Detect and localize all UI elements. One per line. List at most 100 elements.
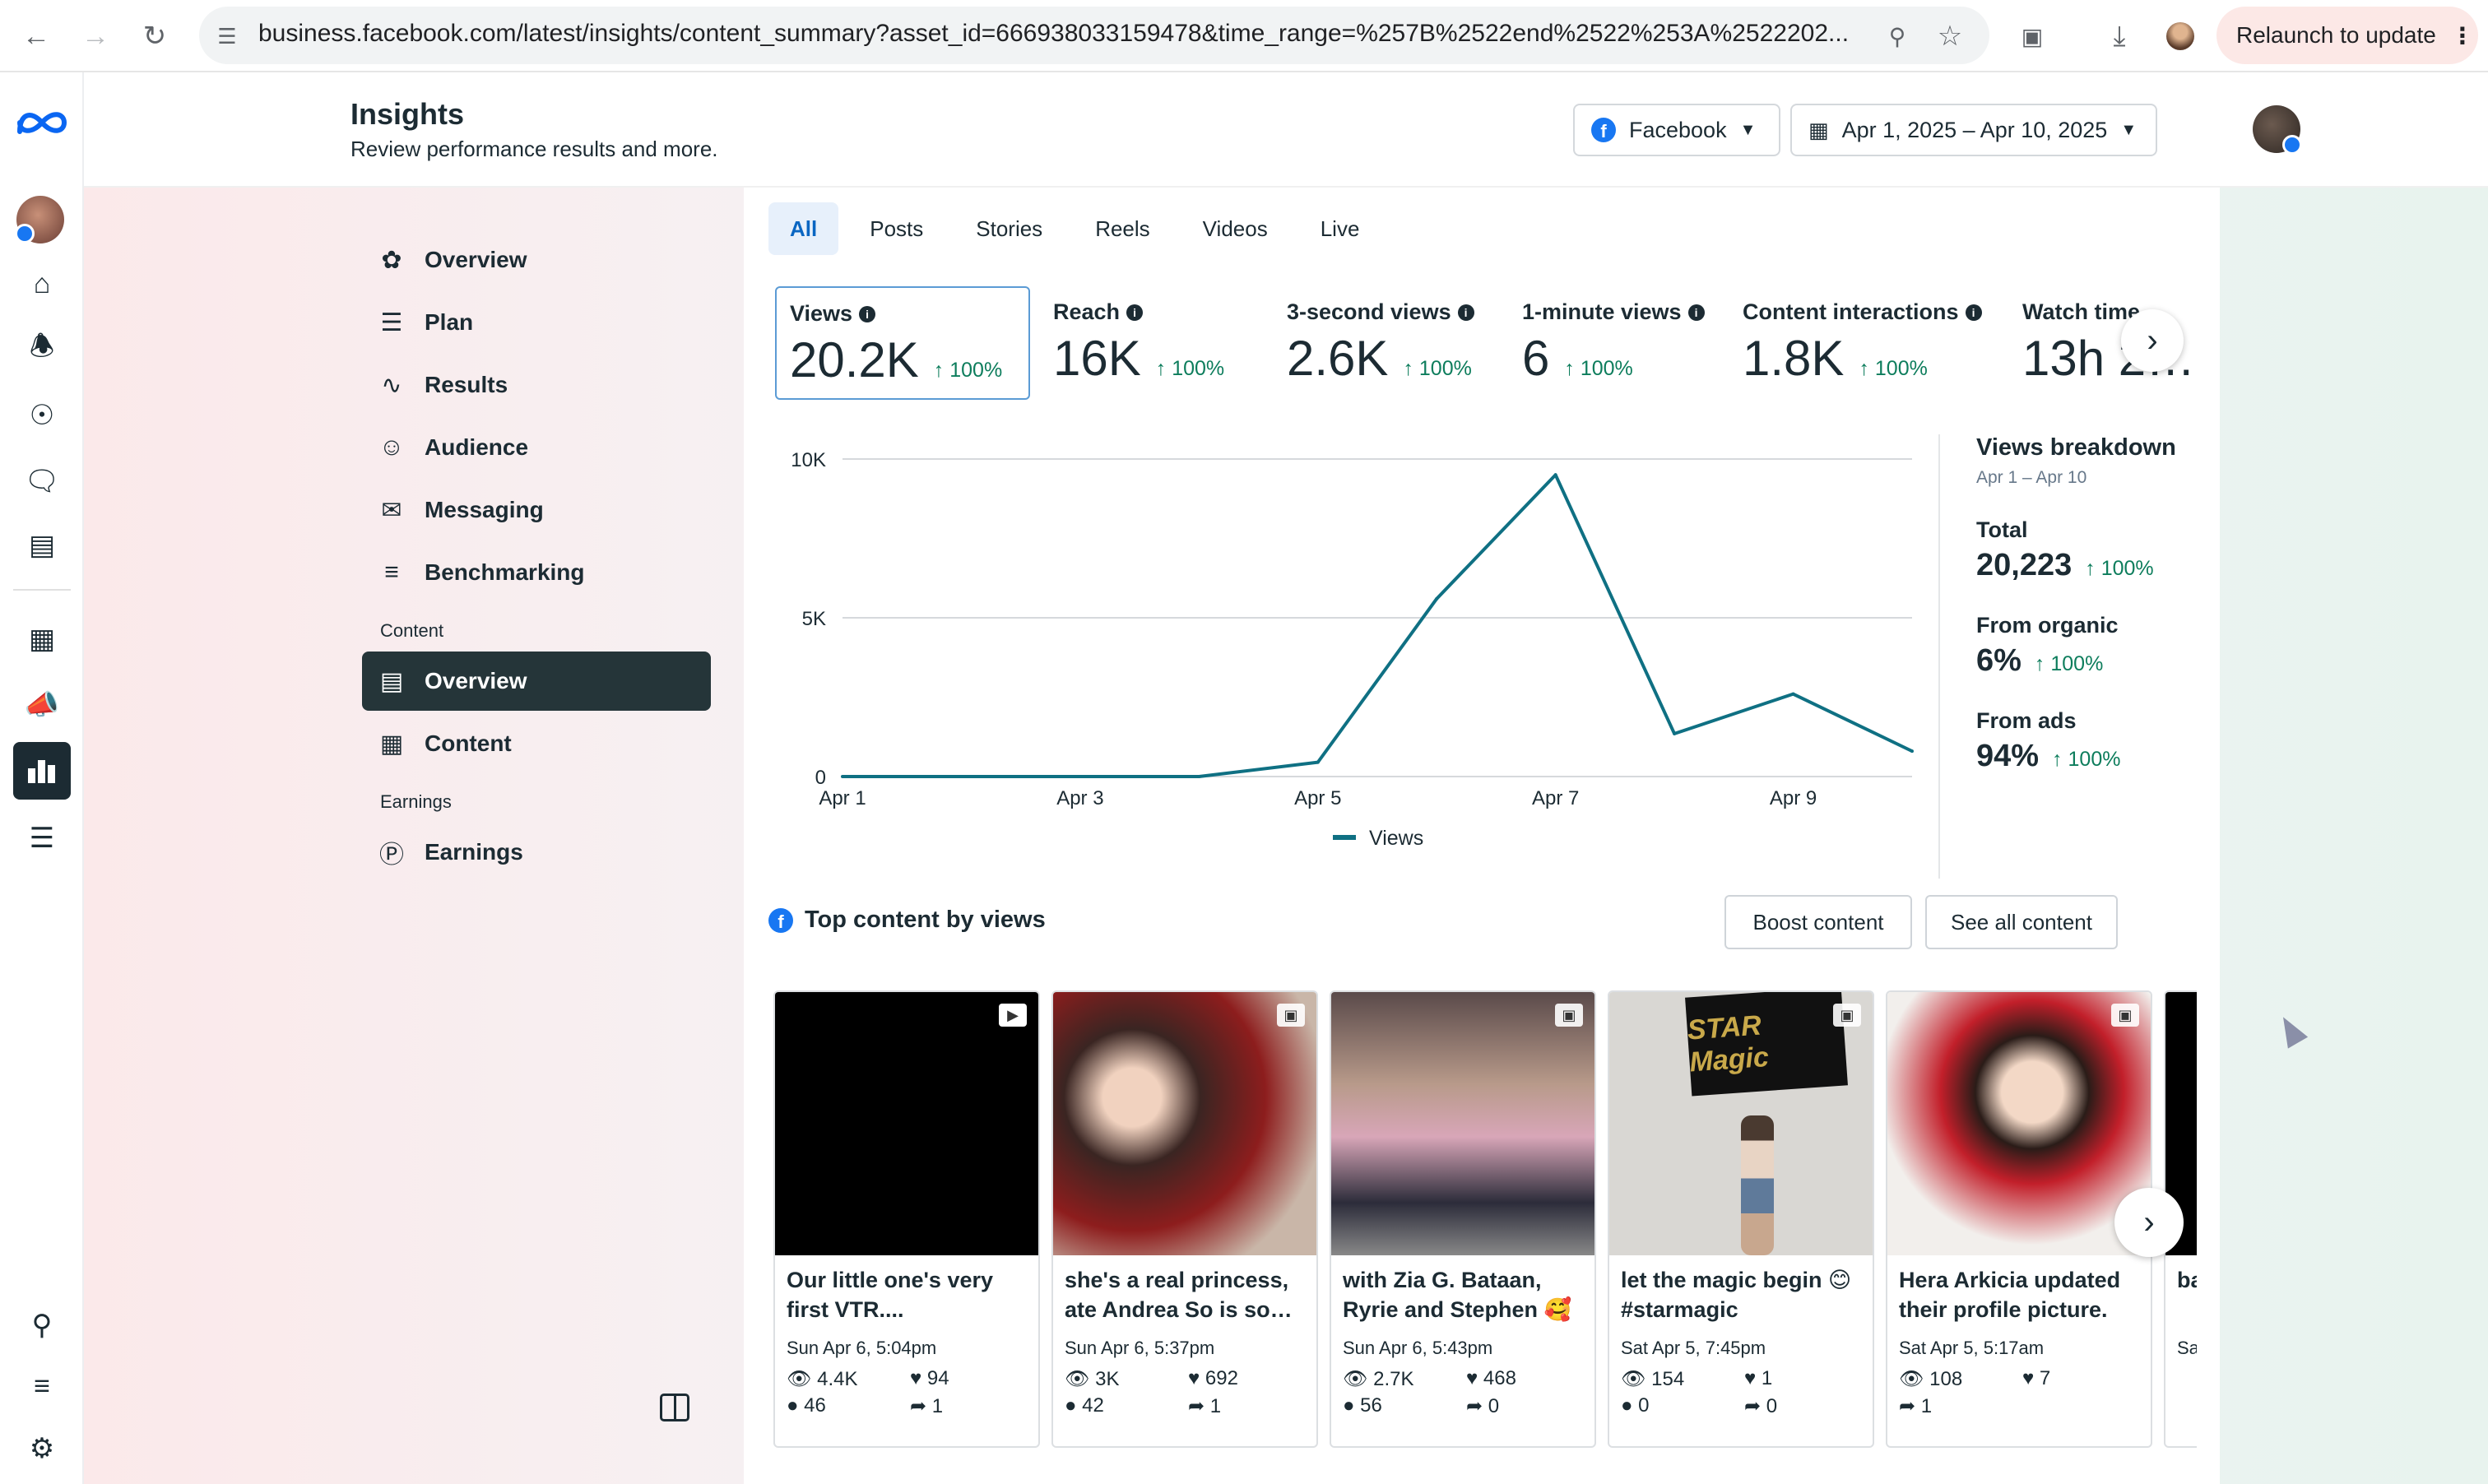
sidebar-item-plan[interactable]: ☰ Plan	[362, 293, 711, 352]
table-grid-icon[interactable]: ▦	[21, 619, 63, 660]
tab-reels[interactable]: Reels	[1074, 202, 1171, 255]
metric-card-reach[interactable]: Reach i 16K ↑ 100%	[1040, 286, 1262, 400]
data-point	[1553, 473, 1557, 477]
sidebar-item-label: Plan	[425, 309, 474, 335]
home-icon[interactable]: ⌂	[21, 263, 63, 304]
info-icon[interactable]: i	[1687, 304, 1705, 321]
sidebar-item-benchmarking[interactable]: ≡ Benchmarking	[362, 543, 711, 602]
sidebar-item-audience[interactable]: ☺ Audience	[362, 418, 711, 477]
inbox-chat-icon[interactable]: 🗨	[21, 461, 63, 502]
breakdown-ads-value: 94%	[1976, 739, 2040, 773]
content-card[interactable]: STAR Magic ▣ let the magic begin 😊 #star…	[1608, 990, 1874, 1448]
cards-next-button[interactable]: ›	[2114, 1188, 2184, 1257]
collapse-sidebar-icon[interactable]	[660, 1394, 689, 1421]
megaphone-icon[interactable]: 📣	[21, 684, 63, 726]
audience-icon: ☺	[378, 434, 405, 461]
metric-card-content-interactions[interactable]: Content interactions i 1.8K ↑ 100%	[1729, 286, 2009, 400]
sidebar-item-content-overview[interactable]: ▤ Overview	[362, 652, 711, 711]
back-icon[interactable]: ←	[15, 15, 58, 58]
notifications-bell-icon[interactable]: 🕭	[21, 329, 63, 370]
account-avatar[interactable]	[15, 196, 64, 243]
sidebar-item-earnings[interactable]: Ⓟ Earnings	[362, 823, 711, 882]
likes-stat: ♥ 468	[1466, 1367, 1516, 1389]
content-thumbnail: ▶	[775, 992, 1038, 1255]
bookmark-star-icon[interactable]: ☆	[1929, 15, 1971, 58]
top-content-title: Top content by views	[805, 907, 1046, 933]
content-card[interactable]: ▶ Our little one's very first VTR.... Su…	[773, 990, 1040, 1448]
x-tick-label: Apr 1	[819, 787, 866, 809]
info-icon[interactable]: i	[1965, 304, 1982, 321]
url-text[interactable]: business.facebook.com/latest/insights/co…	[258, 20, 1863, 48]
search-icon[interactable]: ⚲	[21, 1305, 63, 1346]
content-library-icon[interactable]: ▤	[21, 525, 63, 566]
site-settings-icon[interactable]: ☰	[206, 15, 248, 58]
extensions-icon[interactable]: ▣	[2011, 15, 2054, 58]
date-range-select[interactable]: ▦ Apr 1, 2025 – Apr 10, 2025 ▼	[1790, 104, 2157, 156]
messaging-icon: ✉	[381, 496, 402, 524]
content-card[interactable]: ▣ she's a real princess, ate Andrea So i…	[1051, 990, 1318, 1448]
sidebar-item-content[interactable]: ▦ Content	[362, 714, 711, 773]
download-icon[interactable]: ⤓	[2098, 15, 2141, 58]
zoom-icon[interactable]: ⚲	[1876, 15, 1919, 58]
likes-stat: ♥ 692	[1188, 1367, 1238, 1389]
data-point	[959, 775, 963, 778]
profile-avatar[interactable]	[2159, 15, 2202, 58]
tab-stories[interactable]: Stories	[954, 202, 1064, 255]
metric-card-3-second-views[interactable]: 3-second views i 2.6K ↑ 100%	[1274, 286, 1509, 400]
likes-stat: ♥ 7	[2022, 1367, 2051, 1389]
sidebar-item-overview[interactable]: ✿ Overview	[362, 230, 711, 290]
metric-card-views[interactable]: Views i 20.2K ↑ 100%	[775, 286, 1030, 400]
browser-toolbar: ← → ↻ ☰ business.facebook.com/latest/ins…	[0, 0, 2488, 72]
breakdown-total-value: 20,223	[1976, 548, 2073, 582]
boost-content-button[interactable]: Boost content	[1724, 895, 1912, 949]
sidebar-item-label: Results	[425, 372, 508, 397]
page-header: Insights Review performance results and …	[84, 72, 2488, 188]
insights-chart-icon[interactable]	[13, 742, 71, 800]
metric-change: ↑ 100%	[1859, 357, 1928, 380]
metric-value: 20.2K	[790, 332, 919, 387]
breakdown-total-label: Total	[1976, 517, 2028, 542]
photo-icon: ▣	[1555, 1004, 1583, 1027]
sidebar-item-label: Overview	[425, 247, 527, 272]
metrics-next-button[interactable]: ›	[2121, 309, 2184, 372]
content-card-title: Our little one's very first VTR....	[787, 1268, 994, 1322]
menu-icon[interactable]: ☰	[21, 818, 63, 859]
info-icon[interactable]: i	[1126, 304, 1144, 321]
info-icon[interactable]: i	[859, 305, 876, 322]
views-stat: 👁 2.7K	[1343, 1368, 1414, 1390]
tab-all[interactable]: All	[768, 202, 839, 255]
top-content-cards: ▶ Our little one's very first VTR.... Su…	[773, 990, 2197, 1451]
caret-down-icon: ▼	[1739, 120, 1757, 139]
reload-icon[interactable]: ↻	[133, 15, 176, 58]
metric-label: Content interactions	[1743, 299, 1959, 324]
page-avatar[interactable]	[2253, 105, 2302, 155]
settings-gear-icon[interactable]: ⚙	[21, 1428, 63, 1469]
compass-icon[interactable]: ☉	[21, 395, 63, 436]
metric-card-1-minute-views[interactable]: 1-minute views i 6 ↑ 100%	[1509, 286, 1729, 400]
content-card[interactable]: ▣ Hera Arkicia updated their profile pic…	[1886, 990, 2152, 1448]
content-card-date: Sat Apr 5, 5:17am	[1899, 1338, 2045, 1358]
content-card[interactable]: ▣ with Zia G. Bataan, Ryrie and Stephen …	[1330, 990, 1596, 1448]
list-icon[interactable]: ≡	[21, 1366, 63, 1407]
relaunch-button[interactable]: Relaunch to update ⋮	[2216, 7, 2478, 64]
photo-icon: ▣	[2111, 1004, 2139, 1027]
sidebar-item-results[interactable]: ∿ Results	[362, 355, 711, 415]
caret-down-icon: ▼	[2120, 120, 2138, 139]
content-card-date: Sun Apr 6, 5:43pm	[1343, 1338, 1493, 1358]
breakdown-date: Apr 1 – Apr 10	[1976, 468, 2087, 487]
y-tick-label: 5K	[802, 608, 826, 630]
data-point	[1078, 775, 1082, 778]
see-all-content-button[interactable]: See all content	[1925, 895, 2118, 949]
platform-select[interactable]: f Facebook ▼	[1573, 104, 1780, 156]
info-icon[interactable]: i	[1457, 304, 1474, 321]
results-icon: ∿	[381, 371, 402, 399]
content-thumbnail: ▣	[1053, 992, 1316, 1255]
likes-stat: ♥ 94	[910, 1367, 949, 1389]
tab-posts[interactable]: Posts	[848, 202, 945, 255]
forward-icon[interactable]: →	[74, 15, 117, 58]
meta-logo-icon[interactable]	[15, 107, 69, 138]
x-tick-label: Apr 7	[1532, 787, 1579, 809]
sidebar-item-messaging[interactable]: ✉ Messaging	[362, 480, 711, 540]
tab-videos[interactable]: Videos	[1181, 202, 1289, 255]
tab-live[interactable]: Live	[1299, 202, 1381, 255]
